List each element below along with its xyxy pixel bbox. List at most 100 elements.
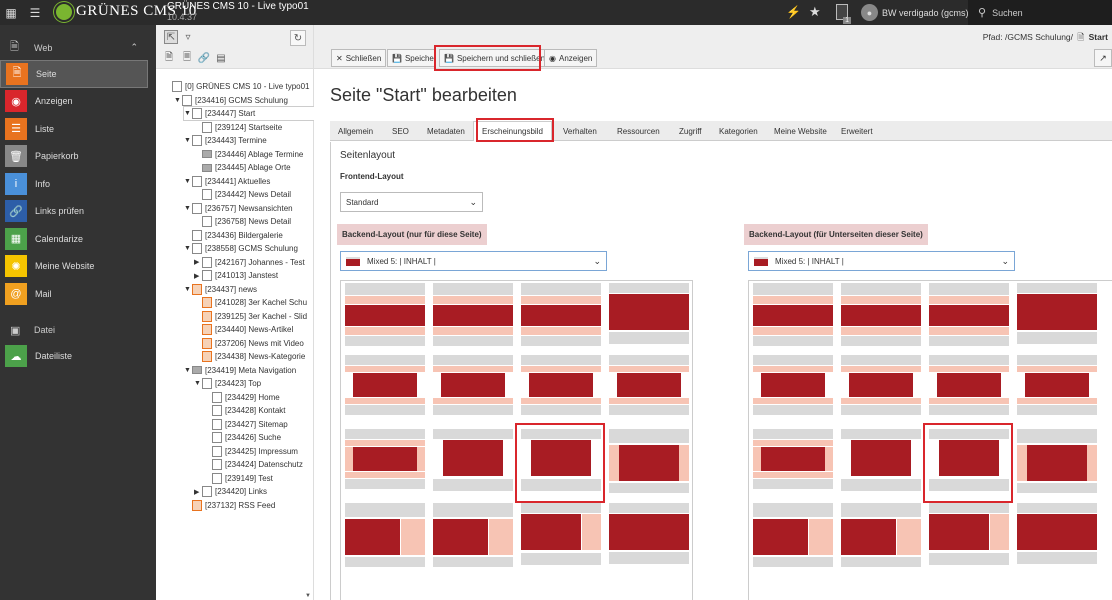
close-button[interactable]: ✕ Schließen: [331, 49, 387, 67]
sidebar-item-3[interactable]: 🗑 Papierkorb: [0, 143, 156, 171]
tree-node[interactable]: [239124] Startseite: [194, 121, 314, 134]
sidebar-item-2[interactable]: ☰ Liste: [0, 115, 156, 143]
expand-toggle-icon[interactable]: ▼: [184, 367, 192, 374]
layout-thumbnail[interactable]: [1017, 429, 1097, 499]
tree-node[interactable]: [239125] 3er Kachel - Slid: [194, 310, 314, 323]
tree-node[interactable]: [239149] Test: [204, 472, 314, 485]
layout-thumbnail[interactable]: [609, 355, 689, 425]
sidebar-item-1[interactable]: ◉ Anzeigen: [0, 88, 156, 116]
tree-node[interactable]: [236758] News Detail: [194, 215, 314, 228]
tab-0[interactable]: Allgemein: [330, 121, 381, 141]
sidebar-section-datei[interactable]: ▣ Datei: [0, 318, 156, 343]
expand-toggle-icon[interactable]: ▼: [184, 205, 192, 212]
layout-thumbnail[interactable]: [521, 283, 601, 353]
layout-thumbnail[interactable]: [1017, 503, 1097, 573]
tab-1[interactable]: SEO: [384, 121, 417, 141]
tree-node[interactable]: [234436] Bildergalerie: [184, 229, 314, 242]
tree-node[interactable]: ▶ [241013] Janstest: [194, 269, 314, 282]
sidebar-item-0[interactable]: 🗎 Seite: [0, 60, 148, 88]
sidebar-item-5[interactable]: 🔗 Links prüfen: [0, 198, 156, 226]
tab-2[interactable]: Metadaten: [419, 121, 473, 141]
layout-thumbnail[interactable]: [929, 283, 1009, 353]
expand-toggle-icon[interactable]: ▼: [194, 380, 202, 387]
tab-4[interactable]: Verhalten: [555, 121, 605, 141]
tree-node[interactable]: [234426] Suche: [204, 431, 314, 444]
tab-6[interactable]: Zugriff: [671, 121, 710, 141]
layout-thumbnail[interactable]: [753, 355, 833, 425]
search-box[interactable]: ⚲ Suchen: [968, 0, 1112, 25]
expand-toggle-icon[interactable]: ▶: [194, 272, 202, 280]
star-icon[interactable]: ★: [809, 4, 821, 20]
tree-node[interactable]: ▶ [242167] Johannes - Test: [194, 256, 314, 269]
tree-node[interactable]: ▼ [234437] news: [184, 283, 314, 296]
tree-node[interactable]: [237132] RSS Feed: [184, 499, 314, 512]
layout-thumbnail[interactable]: [929, 355, 1009, 425]
sidebar-item-4[interactable]: i Info: [0, 170, 156, 198]
expand-toggle-icon[interactable]: ▼: [184, 286, 192, 293]
tree-node[interactable]: [0] GRÜNES CMS 10 - Live typo01: [164, 80, 314, 93]
expand-toggle-icon[interactable]: ▼: [184, 178, 192, 185]
expand-toggle-icon[interactable]: ▶: [194, 258, 202, 266]
layout-thumbnail[interactable]: [841, 503, 921, 573]
layout-thumbnail[interactable]: [433, 503, 513, 573]
layout-thumbnail[interactable]: [753, 429, 833, 499]
tree-node[interactable]: ▼ [234441] Aktuelles: [184, 175, 314, 188]
tree-node[interactable]: ▼ [234416] GCMS Schulung: [174, 94, 314, 107]
layout-thumbnail[interactable]: [345, 429, 425, 499]
layout-thumbnail[interactable]: [1017, 283, 1097, 353]
layout-thumbnail[interactable]: [841, 355, 921, 425]
tree-node[interactable]: [234428] Kontakt: [204, 404, 314, 417]
flash-icon[interactable]: ⚡: [786, 5, 801, 19]
select-tool-icon[interactable]: ⇱: [164, 30, 178, 44]
tab-5[interactable]: Ressourcen: [609, 121, 668, 141]
new-page-shortcut-icon[interactable]: 🗏: [180, 51, 194, 65]
scroll-down-icon[interactable]: ▼: [305, 593, 311, 599]
backend-sub-layout-select[interactable]: Mixed 5: | INHALT | ⌄: [748, 251, 1015, 271]
layout-thumbnail[interactable]: [609, 429, 689, 499]
tree-node[interactable]: [234442] News Detail: [194, 188, 314, 201]
layout-thumbnail[interactable]: [841, 283, 921, 353]
save-button[interactable]: 💾 Speichern: [387, 49, 435, 67]
open-documents-icon[interactable]: 1: [836, 4, 851, 24]
sidebar-item-6[interactable]: ▦ Calendarize: [0, 225, 156, 253]
link-icon[interactable]: 🔗: [197, 51, 211, 65]
sidebar-item-7[interactable]: ✺ Meine Website: [0, 253, 156, 281]
tree-node[interactable]: [237206] News mit Video: [194, 337, 314, 350]
tree-node[interactable]: ▼ [234447] Start: [183, 106, 315, 121]
tree-node[interactable]: [234446] Ablage Termine: [194, 148, 314, 161]
expand-toggle-icon[interactable]: ▼: [184, 137, 192, 144]
layout-thumbnail[interactable]: [609, 503, 689, 573]
tree-node[interactable]: [234438] News-Kategorie: [194, 350, 314, 363]
layout-thumbnail[interactable]: [345, 503, 425, 573]
refresh-icon[interactable]: ↻: [290, 30, 306, 46]
folder-icon[interactable]: ▤: [214, 51, 228, 65]
expand-toggle-icon[interactable]: ▼: [174, 97, 182, 104]
open-new-window-icon[interactable]: ↗: [1094, 49, 1112, 67]
tree-node[interactable]: ▶ [234420] Links: [194, 485, 314, 498]
sidebar-file-item-0[interactable]: ☁ Dateiliste: [0, 343, 156, 371]
layout-thumbnail[interactable]: [609, 283, 689, 353]
layout-thumbnail[interactable]: [753, 283, 833, 353]
tree-node[interactable]: ▼ [238558] GCMS Schulung: [184, 242, 314, 255]
tree-node[interactable]: ▼ [234443] Termine: [184, 134, 314, 147]
tree-node[interactable]: [234440] News-Artikel: [194, 323, 314, 336]
layout-thumbnail[interactable]: [433, 355, 513, 425]
layout-thumbnail[interactable]: [929, 503, 1009, 573]
layout-thumbnail[interactable]: [1017, 355, 1097, 425]
tree-node[interactable]: [234424] Datenschutz: [204, 458, 314, 471]
frontend-layout-select[interactable]: Standard ⌄: [340, 192, 483, 212]
new-page-icon[interactable]: 🗎: [162, 51, 176, 65]
tree-node[interactable]: [234445] Ablage Orte: [194, 161, 314, 174]
user-menu[interactable]: ● BW verdigado (gcms): [861, 4, 969, 21]
view-button[interactable]: ◉ Anzeigen: [544, 49, 598, 67]
tree-node[interactable]: ▼ [234423] Top: [194, 377, 314, 390]
layout-thumbnail[interactable]: [345, 355, 425, 425]
layout-thumbnail[interactable]: [521, 503, 601, 573]
apps-grid-icon[interactable]: ▦: [0, 0, 22, 25]
expand-toggle-icon[interactable]: ▼: [184, 245, 192, 252]
backend-layout-select[interactable]: Mixed 5: | INHALT | ⌄: [340, 251, 607, 271]
tab-9[interactable]: Erweitert: [833, 121, 881, 141]
layout-thumbnail[interactable]: [521, 355, 601, 425]
layout-thumbnail[interactable]: [841, 429, 921, 499]
tree-node[interactable]: [234429] Home: [204, 391, 314, 404]
